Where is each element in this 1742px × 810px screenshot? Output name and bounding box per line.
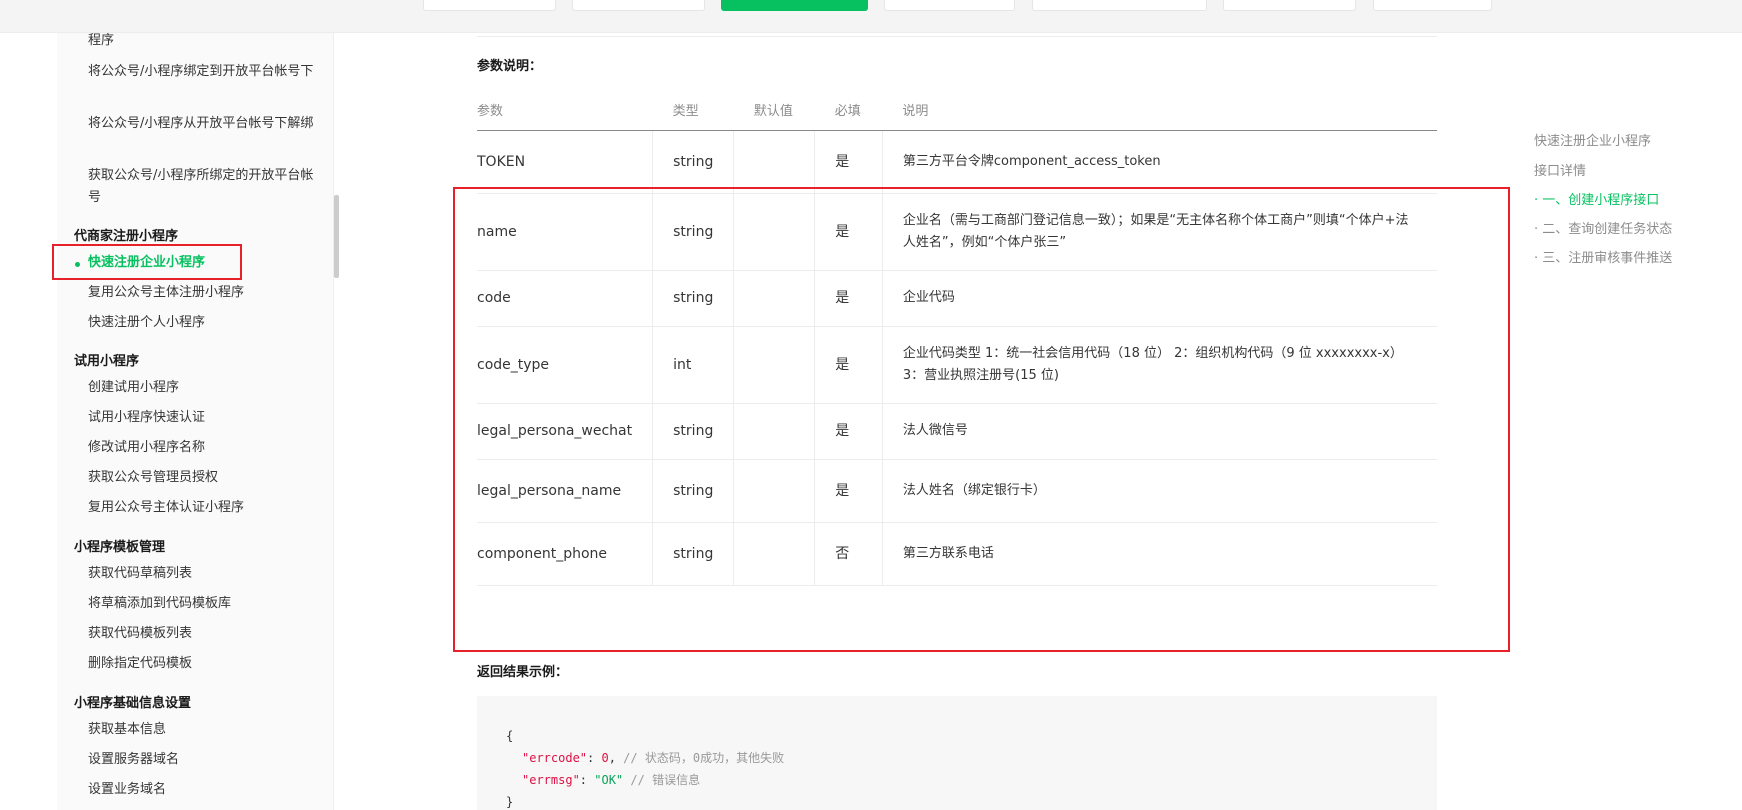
sidebar-item[interactable]: 修改试用小程序名称 bbox=[88, 437, 316, 459]
sidebar-item[interactable]: 获取公众号管理员授权 bbox=[88, 467, 316, 489]
table-row: TOKEN string 是 第三方平台令牌component_access_t… bbox=[477, 130, 1437, 194]
table-header-cell: 类型 bbox=[652, 90, 734, 131]
top-tab[interactable] bbox=[572, 0, 705, 11]
top-tab[interactable] bbox=[1223, 0, 1356, 11]
code-value: 0 bbox=[601, 751, 609, 765]
table-header-cell: 说明 bbox=[882, 90, 1437, 131]
top-tab[interactable] bbox=[1032, 0, 1207, 11]
top-tab[interactable] bbox=[423, 0, 556, 11]
param-type: string bbox=[652, 130, 734, 194]
sidebar-item[interactable]: 将草稿添加到代码模板库 bbox=[88, 593, 316, 615]
sidebar-group-title: 小程序基础信息设置 bbox=[74, 696, 192, 711]
param-name: TOKEN bbox=[477, 130, 653, 194]
sidebar-item[interactable]: 将公众号/小程序从开放平台帐号下解绑 bbox=[88, 113, 316, 135]
sidebar-group-title: 试用小程序 bbox=[74, 354, 140, 369]
code-line: { bbox=[506, 729, 514, 743]
code-key: "errcode" bbox=[522, 751, 588, 765]
code-sample: { "errcode": 0, // 状态码，0成功，其他失败 "errmsg"… bbox=[477, 696, 1437, 810]
params-section-title: 参数说明： bbox=[477, 59, 543, 74]
table-header-cell: 参数 bbox=[477, 90, 653, 131]
page: 程序 将公众号/小程序绑定到开放平台帐号下 将公众号/小程序从开放平台帐号下解绑… bbox=[0, 0, 1742, 810]
sidebar-item[interactable]: 设置服务器域名 bbox=[88, 749, 316, 771]
code-comment: // 错误信息 bbox=[630, 773, 701, 787]
toc-item-active[interactable]: · 一、创建小程序接口 bbox=[1534, 191, 1659, 211]
toc-item[interactable]: 快速注册企业小程序 bbox=[1534, 132, 1651, 152]
toc-item[interactable]: · 三、注册审核事件推送 bbox=[1534, 249, 1672, 269]
table-header-row: 参数 类型 默认值 必填 说明 bbox=[477, 90, 1437, 131]
content-top-divider bbox=[477, 36, 1437, 37]
sidebar-highlight-box bbox=[52, 244, 242, 280]
param-desc-link[interactable]: 第三方平台令牌component_access_token bbox=[881, 130, 1437, 194]
sidebar-item[interactable]: 程序 bbox=[88, 33, 316, 52]
sidebar-item[interactable]: 复用公众号主体认证小程序 bbox=[88, 497, 316, 519]
code-line: "errcode": 0, // 状态码，0成功，其他失败 bbox=[522, 751, 785, 765]
sidebar-item[interactable]: 创建试用小程序 bbox=[88, 377, 316, 399]
sidebar-item[interactable]: 快速注册个人小程序 bbox=[88, 312, 316, 334]
top-tab-active[interactable] bbox=[721, 0, 868, 11]
toc-item[interactable]: 接口详情 bbox=[1534, 162, 1586, 182]
param-default bbox=[733, 130, 815, 194]
top-tab[interactable] bbox=[884, 0, 1015, 11]
sidebar-group-title: 小程序模板管理 bbox=[74, 540, 166, 555]
sidebar-item[interactable]: 试用小程序快速认证 bbox=[88, 407, 316, 429]
code-key: "errmsg" bbox=[522, 773, 580, 787]
code-line: } bbox=[506, 795, 514, 809]
sidebar-item[interactable]: 删除指定代码模板 bbox=[88, 653, 316, 675]
sidebar-item[interactable]: 获取基本信息 bbox=[88, 719, 316, 741]
param-required: 是 bbox=[814, 130, 883, 194]
sidebar-item[interactable]: 获取公众号/小程序所绑定的开放平台帐号 bbox=[88, 165, 316, 209]
sidebar-nav: 程序 将公众号/小程序绑定到开放平台帐号下 将公众号/小程序从开放平台帐号下解绑… bbox=[57, 33, 334, 810]
top-tab[interactable] bbox=[1373, 0, 1492, 11]
code-value: "OK" bbox=[594, 773, 624, 787]
sidebar-item[interactable]: 复用公众号主体注册小程序 bbox=[88, 282, 316, 304]
sidebar-scrollbar[interactable] bbox=[334, 195, 339, 278]
sidebar-item[interactable]: 获取代码模板列表 bbox=[88, 623, 316, 645]
result-section-title: 返回结果示例： bbox=[477, 665, 569, 680]
code-line: "errmsg": "OK" // 错误信息 bbox=[522, 773, 701, 787]
table-header-cell: 必填 bbox=[814, 90, 883, 131]
top-tab-strip bbox=[0, 0, 1742, 33]
sidebar-item[interactable]: 获取代码草稿列表 bbox=[88, 563, 316, 585]
code-comment: // 状态码，0成功，其他失败 bbox=[623, 751, 785, 765]
sidebar-item[interactable]: 将公众号/小程序绑定到开放平台帐号下 bbox=[88, 61, 316, 83]
table-highlight-box bbox=[453, 187, 1510, 652]
toc-item[interactable]: · 二、查询创建任务状态 bbox=[1534, 220, 1672, 240]
table-header-cell: 默认值 bbox=[733, 90, 815, 131]
sidebar-item[interactable]: 设置业务域名 bbox=[88, 779, 316, 801]
